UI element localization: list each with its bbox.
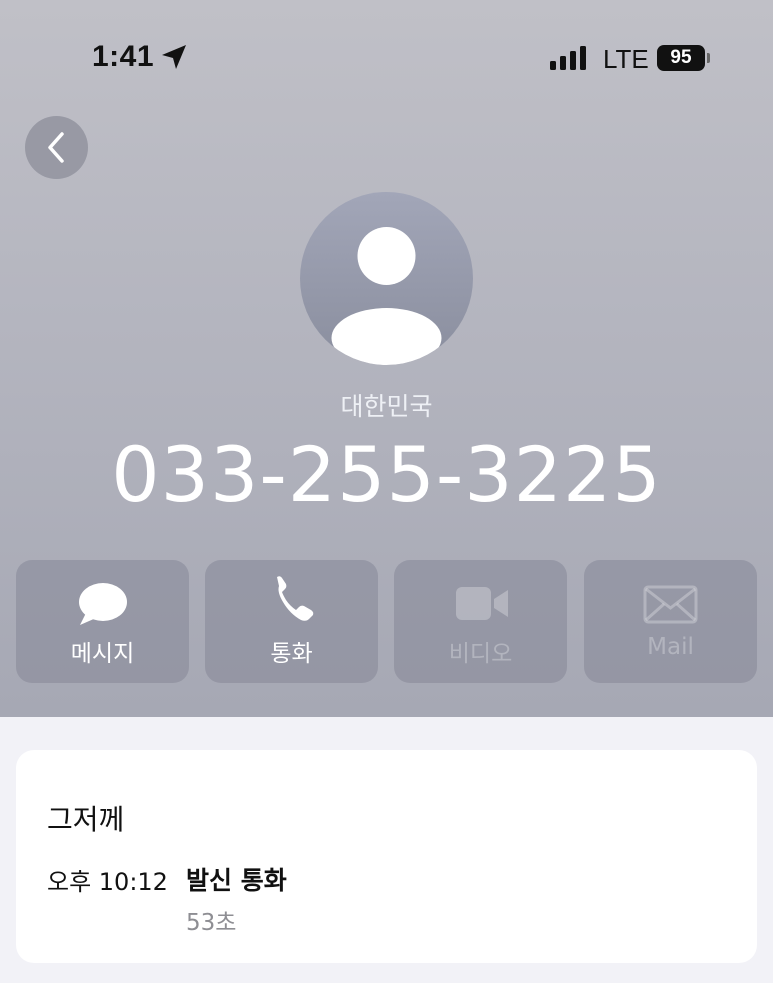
message-button[interactable]: 메시지 (16, 560, 189, 683)
message-bubble-icon (79, 583, 127, 625)
call-time: 오후 10:12 (47, 868, 168, 896)
battery-level: 95 (657, 45, 705, 71)
cellular-signal-icon (550, 46, 586, 70)
person-silhouette-icon (331, 227, 442, 365)
call-button[interactable]: 통화 (205, 560, 378, 683)
mail-button-label: Mail (647, 634, 694, 660)
mail-button[interactable]: Mail (584, 560, 757, 683)
contact-country: 대한민국 (340, 392, 433, 421)
call-type: 발신 통화 (186, 866, 287, 895)
video-button[interactable]: 비디오 (394, 560, 567, 683)
message-button-label: 메시지 (70, 641, 135, 667)
location-arrow-icon (162, 45, 186, 69)
contact-phone-number[interactable]: 033-255-3225 (0, 430, 773, 519)
video-camera-icon (456, 587, 508, 620)
network-type-label: LTE (603, 44, 649, 74)
status-time: 1:41 (92, 40, 155, 73)
chevron-left-icon (48, 132, 64, 163)
call-history-card: 그저께 오후 10:12 발신 통화 53초 (16, 750, 757, 963)
call-button-label: 통화 (270, 641, 313, 667)
envelope-icon (643, 585, 698, 624)
contact-avatar (300, 192, 473, 365)
video-button-label: 비디오 (448, 641, 513, 667)
back-button[interactable] (25, 116, 88, 179)
call-history-date: 그저께 (47, 803, 125, 836)
call-duration: 53초 (186, 910, 237, 936)
contact-header: 1:41 LTE 95 대한민국 033-255-3225 메시지 통화 비디오… (0, 0, 773, 717)
phone-icon (277, 576, 314, 621)
battery-tip (707, 53, 710, 63)
